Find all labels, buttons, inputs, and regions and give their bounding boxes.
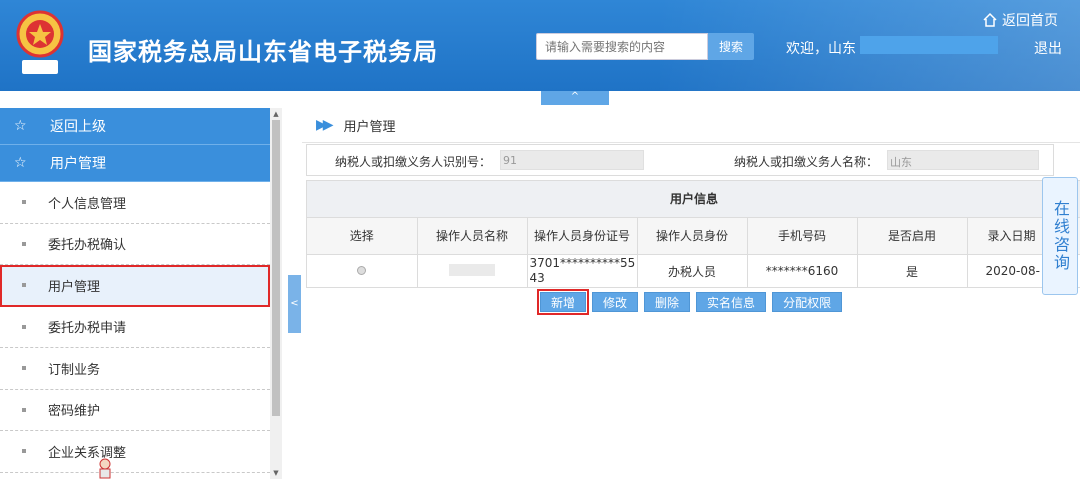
search-button[interactable]: 搜索 — [708, 33, 754, 60]
online-consult-button[interactable]: 在线咨询 — [1042, 177, 1078, 295]
operator-name-cell — [417, 254, 528, 287]
site-header: 国家税务总局山东省电子税务局 搜索 欢迎，山东 返回首页 退出 — [0, 0, 1080, 91]
sidebar-item-label: 个人信息管理 — [48, 196, 127, 212]
sidebar-section-label: 用户管理 — [50, 156, 106, 172]
sidebar-collapse-toggle[interactable]: < — [288, 275, 301, 333]
bullet-icon — [22, 407, 26, 412]
home-link-label: 返回首页 — [1002, 13, 1058, 29]
home-link[interactable]: 返回首页 — [982, 10, 1058, 30]
bullet-icon — [22, 200, 26, 205]
column-header: 是否启用 — [857, 218, 968, 255]
bullet-icon — [22, 324, 26, 329]
taxpayer-name-label: 纳税人或扣缴义务人名称： — [734, 155, 879, 169]
sidebar-item-label: 企业关系调整 — [48, 445, 127, 461]
action-buttons: 新增 修改 删除 实名信息 分配权限 — [536, 289, 843, 315]
main-panel: ▶▶ 用户管理 纳税人或扣缴义务人识别号： 91 纳税人或扣缴义务人名称： 山东… — [302, 108, 1080, 479]
role-cell: 办税人员 — [637, 254, 748, 287]
scroll-up-icon[interactable]: ▲ — [270, 110, 282, 118]
taxpayer-name-field[interactable]: 山东 — [887, 150, 1039, 170]
sidebar-item-user-management[interactable]: 用户管理 — [0, 265, 270, 307]
bullet-icon — [22, 366, 26, 371]
sidebar-item-delegation-confirm[interactable]: 委托办税确认 — [0, 224, 270, 265]
sidebar-item-label: 委托办税确认 — [48, 238, 127, 254]
sidebar-item-delegation-apply[interactable]: 委托办税申请 — [0, 307, 270, 348]
id-number-cell: 3701**********5543 — [527, 254, 638, 287]
scrollbar-thumb[interactable] — [272, 120, 280, 416]
mascot-icon — [99, 458, 111, 479]
sidebar-scrollbar[interactable]: ▲ ▼ — [270, 108, 282, 479]
row-radio[interactable] — [357, 266, 367, 275]
column-header: 选择 — [307, 218, 418, 255]
bullet-icon — [22, 283, 26, 288]
bullet-icon — [22, 241, 26, 246]
row-select-cell[interactable] — [307, 254, 418, 287]
breadcrumb: ▶▶ 用户管理 — [302, 108, 1080, 143]
table-row[interactable]: 3701**********5543 办税人员 *******6160 是 20… — [307, 254, 1080, 287]
redacted-username — [860, 36, 998, 54]
column-header: 操作人员身份 — [637, 218, 748, 255]
column-header: 操作人员身份证号 — [527, 218, 638, 255]
double-arrow-icon: ▶▶ — [316, 117, 333, 133]
sidebar-back[interactable]: ☆ 返回上级 — [0, 108, 270, 145]
column-header: 手机号码 — [747, 218, 858, 255]
taxpayer-id-field[interactable]: 91 — [500, 150, 644, 170]
table-header-row: 选择 操作人员名称 操作人员身份证号 操作人员身份 手机号码 是否启用 录入日期 — [307, 218, 1080, 255]
add-button[interactable]: 新增 — [536, 289, 590, 315]
sidebar-item-label: 订制业务 — [48, 362, 101, 378]
tax-emblem-logo — [16, 10, 64, 74]
sidebar-item-password[interactable]: 密码维护 — [0, 390, 270, 431]
column-header: 操作人员名称 — [417, 218, 528, 255]
sidebar-item-enterprise-relation[interactable]: 企业关系调整 — [0, 431, 270, 473]
welcome-text: 欢迎，山东 — [786, 41, 856, 57]
search-input[interactable] — [536, 33, 708, 60]
sidebar-item-label: 用户管理 — [48, 279, 101, 295]
logout-link[interactable]: 退出 — [1034, 38, 1062, 58]
scroll-down-icon[interactable]: ▼ — [270, 469, 282, 477]
sidebar-item-label: 委托办税申请 — [48, 321, 127, 337]
redacted-name — [449, 263, 495, 276]
page-title: 用户管理 — [343, 119, 396, 135]
phone-cell: *******6160 — [747, 254, 858, 287]
delete-button[interactable]: 删除 — [644, 292, 691, 312]
assign-permission-button[interactable]: 分配权限 — [772, 292, 843, 312]
home-icon — [983, 12, 997, 27]
sidebar-item-label: 密码维护 — [48, 404, 101, 420]
user-info-table: 用户信息 选择 操作人员名称 操作人员身份证号 操作人员身份 手机号码 是否启用… — [306, 180, 1080, 288]
sidebar-back-label: 返回上级 — [50, 119, 106, 135]
taxpayer-id-label: 纳税人或扣缴义务人识别号： — [335, 155, 492, 169]
sidebar-item-custom-service[interactable]: 订制业务 — [0, 348, 270, 390]
star-icon: ☆ — [14, 118, 27, 134]
filter-bar: 纳税人或扣缴义务人识别号： 91 纳税人或扣缴义务人名称： 山东 — [306, 144, 1054, 176]
bullet-icon — [22, 449, 26, 454]
edit-button[interactable]: 修改 — [592, 292, 639, 312]
star-icon: ☆ — [14, 155, 27, 171]
enabled-cell: 是 — [857, 254, 968, 287]
table-caption: 用户信息 — [307, 181, 1080, 218]
header-collapse-toggle[interactable]: ^ — [541, 91, 609, 105]
sidebar: ☆ 返回上级 ☆ 用户管理 个人信息管理 委托办税确认 用户管理 委托办税申请 … — [0, 108, 270, 479]
site-title: 国家税务总局山东省电子税务局 — [88, 38, 438, 66]
sidebar-item-personal-info[interactable]: 个人信息管理 — [0, 182, 270, 224]
real-name-info-button[interactable]: 实名信息 — [696, 292, 767, 312]
sidebar-section-header[interactable]: ☆ 用户管理 — [0, 145, 270, 182]
